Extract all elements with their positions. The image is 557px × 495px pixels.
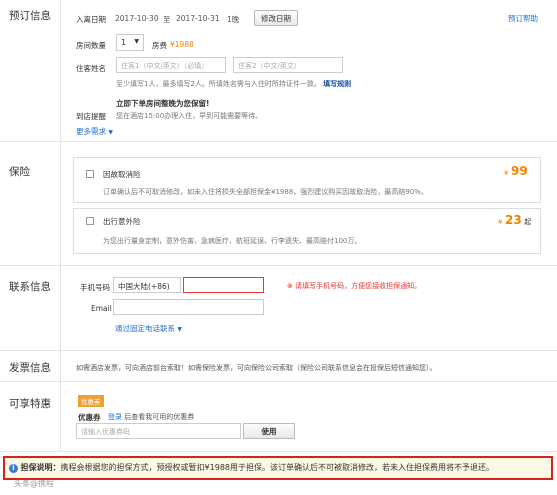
coupon-label: 优惠券 <box>78 413 101 422</box>
notice-text: 携程会根据您的担保方式，预授权或暂扣¥1988用于担保。该订单确认后不可被取消修… <box>60 463 494 472</box>
checkin-date: 2017-10-30 <box>115 14 159 23</box>
chevron-down-icon: ▼ <box>134 38 139 45</box>
divider-invoice <box>60 351 61 381</box>
date-separator: 至 <box>163 15 171 24</box>
coupon-login-hint: 登录 后查看我可用的优惠券 <box>108 412 194 422</box>
guest-hint-text: 至少填写1人，最多填写2人。所填姓名需与入住时所持证件一致。 <box>116 80 321 88</box>
travel-insurance-checkbox[interactable] <box>86 217 94 225</box>
nights-count: 1晚 <box>227 15 240 24</box>
chevron-down-icon: ▼ <box>177 326 183 333</box>
email-input[interactable] <box>113 299 264 315</box>
notice-content: i 担保说明：携程会根据您的担保方式，预授权或暂扣¥1988用于担保。该订单确认… <box>9 462 494 473</box>
invoice-text: 如需酒店发票，可向酒店前台索取！如需保险发票，可向保险公司索取（保险公司联系信息… <box>76 364 437 372</box>
travel-price-value: 23 <box>505 213 522 227</box>
travel-price-suffix: 起 <box>524 218 532 226</box>
guarantee-notice: i 担保说明：携程会根据您的担保方式，预授权或暂扣¥1988用于担保。该订单确认… <box>3 456 553 480</box>
watermark: 头条@携程 <box>14 479 54 488</box>
divider-4 <box>0 381 557 382</box>
arrival-label: 到店提醒 <box>76 112 106 121</box>
coupon-badge: 优惠券 <box>78 395 104 407</box>
guest-hint: 至少填写1人，最多填写2人。所填姓名需与入住时所持证件一致。 填写规则 <box>116 79 351 89</box>
section-label-invoice: 发票信息 <box>9 362 51 374</box>
divider-insurance <box>60 142 61 265</box>
divider-benefits <box>60 382 61 452</box>
rooms-select[interactable]: 1 ▼ <box>116 34 144 51</box>
room-fee-value: ¥1988 <box>170 40 194 49</box>
divider-5 <box>0 451 557 452</box>
insurance-card-cancel[interactable]: 因故取消险 订单确认后不可取消修改，如未入住将损失全部担保金¥1988，强烈建议… <box>73 157 541 203</box>
divider-booking <box>60 0 61 140</box>
cancel-insurance-price: ¥ 99 <box>504 164 528 178</box>
booking-help-link[interactable]: 预订帮助 <box>508 13 538 24</box>
guest-name-label: 住客姓名 <box>76 64 106 73</box>
section-label-contact: 联系信息 <box>9 281 51 293</box>
travel-insurance-price: ¥ 23 起 <box>498 213 531 227</box>
rooms-label: 房间数量 <box>76 41 106 50</box>
cancel-insurance-checkbox[interactable] <box>86 170 94 178</box>
coupon-code-input[interactable]: 请输入优惠券码 <box>76 423 241 439</box>
section-label-booking: 预订信息 <box>9 10 51 22</box>
phone-input[interactable] <box>183 277 264 293</box>
divider-2 <box>0 265 557 266</box>
cancel-insurance-title: 因故取消险 <box>103 170 141 179</box>
cancel-price-symbol: ¥ <box>504 169 509 177</box>
divider-contact <box>60 266 61 350</box>
fill-guide-link[interactable]: 填写规则 <box>323 80 351 88</box>
chevron-down-icon: ▼ <box>108 129 114 136</box>
rooms-value: 1 <box>121 38 127 47</box>
use-coupon-button[interactable]: 使用 <box>243 423 295 439</box>
modify-dates-button[interactable]: 修改日期 <box>254 10 298 26</box>
more-requests-link[interactable]: 更多需求 ▼ <box>76 126 113 137</box>
phone-label: 手机号码 <box>80 283 110 292</box>
cancel-price-value: 99 <box>511 164 528 178</box>
info-icon: i <box>9 464 18 473</box>
travel-insurance-desc: 为您出行量身定制，意外伤害、急病医疗、航班延误、行李遗失、最高赔付100万。 <box>103 237 362 245</box>
arrival-desc: 您在酒店15:00办理入住，早到可能需要等待。 <box>116 112 263 120</box>
email-label: Email <box>91 304 112 313</box>
notice-title: 担保说明： <box>20 463 61 472</box>
guest1-input[interactable]: 住客1（中文/英文）（必填） <box>116 57 226 73</box>
more-link-label: 更多需求 <box>76 127 106 136</box>
guest2-input[interactable]: 住客2（中文/英文） <box>233 57 343 73</box>
error-icon: ⊗ <box>287 282 293 290</box>
travel-insurance-title: 出行意外险 <box>103 217 141 226</box>
checkout-date: 2017-10-31 <box>176 14 220 23</box>
cancel-insurance-desc: 订单确认后不可取消修改，如未入住将损失全部担保金¥1988，强烈建议购买因故取消… <box>103 188 428 196</box>
landline-link-label: 通过固定电话联系 <box>115 324 175 333</box>
login-link[interactable]: 登录 <box>108 413 122 421</box>
checkin-label: 入离日期 <box>76 15 106 24</box>
section-label-insurance: 保险 <box>9 166 30 178</box>
arrival-title: 立即下单房间整晚为您保留! <box>116 99 210 108</box>
divider-1 <box>0 141 557 142</box>
landline-contact-link[interactable]: 通过固定电话联系 ▼ <box>115 323 182 334</box>
country-code-select[interactable]: 中国大陆(+86) <box>113 277 181 293</box>
login-hint-text: 后查看我可用的优惠券 <box>124 413 195 421</box>
insurance-card-travel[interactable]: 出行意外险 为您出行量身定制，意外伤害、急病医疗、航班延误、行李遗失、最高赔付1… <box>73 208 541 254</box>
section-label-benefits: 可享特惠 <box>9 398 51 410</box>
travel-price-symbol: ¥ <box>498 218 503 226</box>
divider-3 <box>0 350 557 351</box>
room-fee-label: 房费 <box>152 41 167 50</box>
phone-error-text: 请填写手机号码，方便您接收担保通知。 <box>295 282 422 290</box>
phone-error: ⊗ 请填写手机号码，方便您接收担保通知。 <box>287 281 421 291</box>
